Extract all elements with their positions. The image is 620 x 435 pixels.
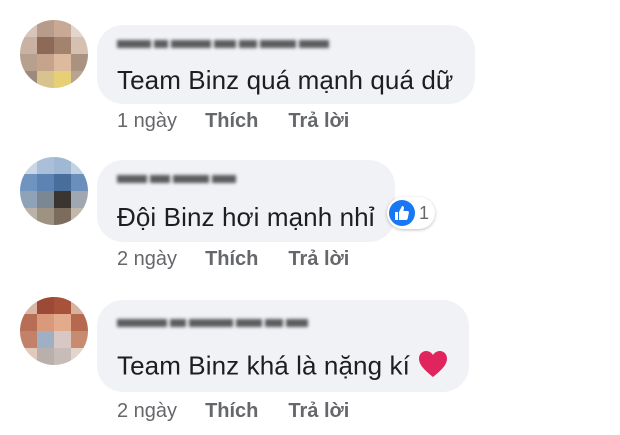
comment-time[interactable]: 2 ngày (117, 248, 177, 271)
comment-meta: 1 ngày Thích Trả lời (117, 110, 379, 133)
comment-bubble: Team Binz khá là nặng kí (97, 300, 469, 392)
avatar[interactable] (20, 20, 88, 88)
comment-meta: 2 ngày Thích Trả lời (117, 400, 379, 423)
like-link[interactable]: Thích (205, 400, 258, 423)
like-link[interactable]: Thích (205, 248, 258, 271)
reaction-summary[interactable]: 1 (387, 197, 436, 229)
reaction-count: 1 (419, 202, 430, 223)
like-icon (389, 200, 415, 226)
comment-time[interactable]: 1 ngày (117, 110, 177, 133)
red-heart-icon (418, 350, 448, 385)
commenter-name-blurred[interactable] (117, 172, 239, 186)
avatar[interactable] (20, 297, 88, 365)
commenter-name-blurred[interactable] (117, 316, 311, 330)
comment-bubble: Đội Binz hơi mạnh nhỉ (97, 160, 395, 242)
avatar[interactable] (20, 157, 88, 225)
reply-link[interactable]: Trả lời (288, 248, 349, 271)
comment-text: Đội Binz hơi mạnh nhỉ (117, 202, 375, 232)
comment-text: Team Binz quá mạnh quá dữ (117, 65, 454, 95)
comment-meta: 2 ngày Thích Trả lời (117, 248, 379, 271)
comment-time[interactable]: 2 ngày (117, 400, 177, 423)
commenter-name-blurred[interactable] (117, 37, 332, 51)
reply-link[interactable]: Trả lời (288, 400, 349, 423)
comment-bubble: Team Binz quá mạnh quá dữ (97, 25, 475, 104)
comment-text: Team Binz khá là nặng kí (117, 350, 448, 385)
reply-link[interactable]: Trả lời (288, 110, 349, 133)
like-link[interactable]: Thích (205, 110, 258, 133)
comment-text-content: Team Binz khá là nặng kí (117, 350, 410, 381)
